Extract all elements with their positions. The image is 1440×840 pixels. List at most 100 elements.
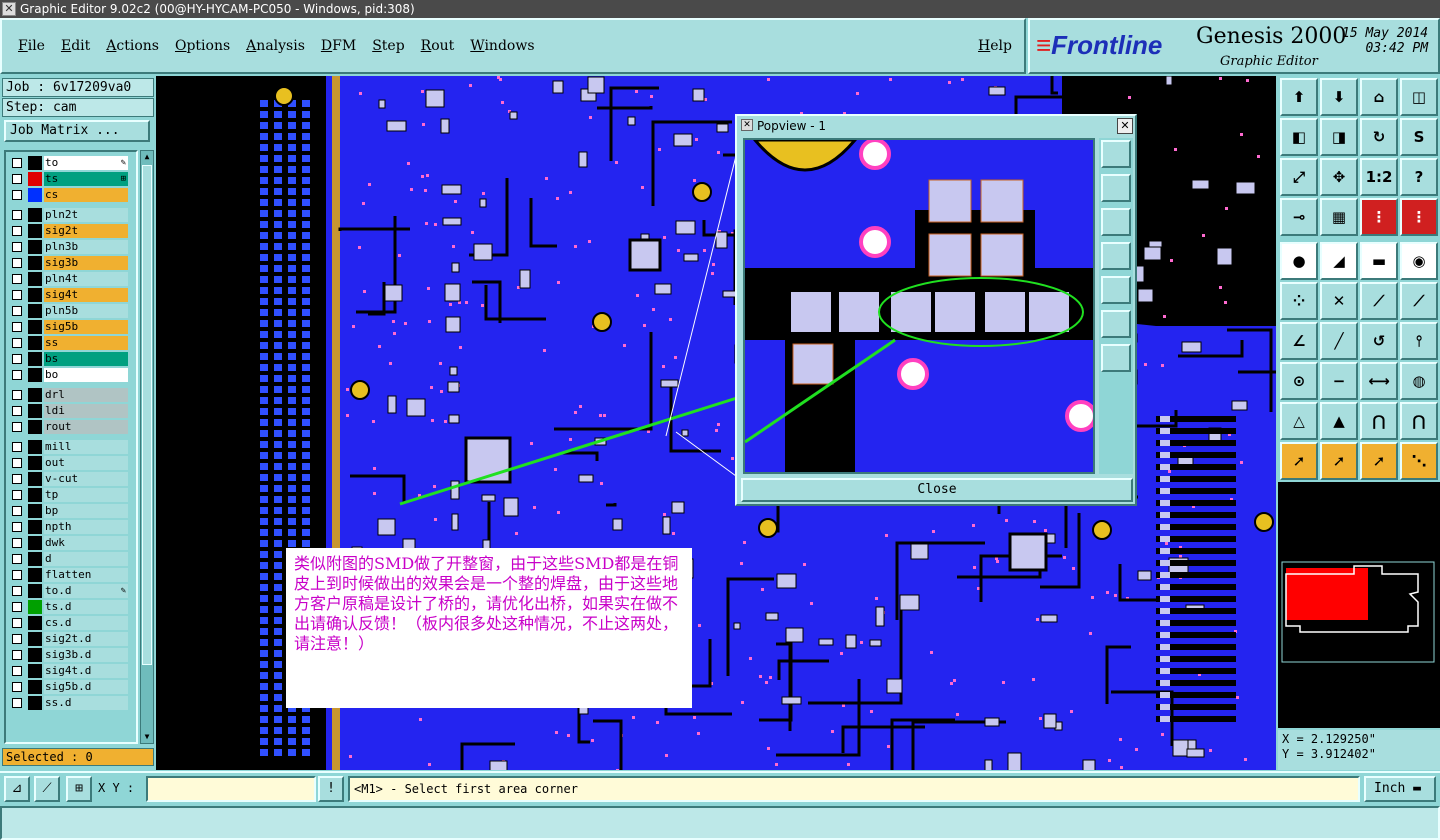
- layer-row[interactable]: pln4t: [8, 272, 136, 286]
- layer-row[interactable]: ts.d: [8, 600, 136, 614]
- pan-left-button[interactable]: ◧: [1280, 118, 1318, 156]
- layer-row[interactable]: pln5b: [8, 304, 136, 318]
- layer-row[interactable]: out: [8, 456, 136, 470]
- layer-color-swatch[interactable]: [28, 696, 42, 710]
- fork-button[interactable]: ⫯: [1400, 322, 1438, 360]
- layer-name[interactable]: ts ⊞: [44, 172, 128, 186]
- layer-row[interactable]: ss: [8, 336, 136, 350]
- layer-color-swatch[interactable]: [28, 336, 42, 350]
- layer-color-swatch[interactable]: [28, 352, 42, 366]
- layer-row[interactable]: npth: [8, 520, 136, 534]
- layer-checkbox[interactable]: [12, 666, 22, 676]
- layer-color-swatch[interactable]: [28, 488, 42, 502]
- layer-color-swatch[interactable]: [28, 616, 42, 630]
- layer-checkbox[interactable]: [12, 586, 22, 596]
- layer-row[interactable]: v-cut: [8, 472, 136, 486]
- layer-row[interactable]: sig2t.d: [8, 632, 136, 646]
- popview-viewport[interactable]: [743, 138, 1095, 474]
- layer-name[interactable]: d: [44, 552, 128, 566]
- layer-color-swatch[interactable]: [28, 272, 42, 286]
- popview-center-icon[interactable]: [1101, 344, 1131, 372]
- layer-row[interactable]: drl: [8, 388, 136, 402]
- query-button[interactable]: ?: [1400, 158, 1438, 196]
- alert-icon[interactable]: !: [318, 776, 344, 802]
- layer-color-swatch[interactable]: [28, 440, 42, 454]
- layer-checkbox[interactable]: [12, 554, 22, 564]
- zoom-fit-button[interactable]: ⤢: [1280, 158, 1318, 196]
- layer-checkbox[interactable]: [12, 290, 22, 300]
- angle-button[interactable]: ∠: [1280, 322, 1318, 360]
- layer-checkbox[interactable]: [12, 338, 22, 348]
- scroll-up-icon[interactable]: ▲: [142, 152, 152, 162]
- layer-row[interactable]: sig4t: [8, 288, 136, 302]
- triangle2-button[interactable]: ▲: [1320, 402, 1358, 440]
- layer-name[interactable]: ts.d: [44, 600, 128, 614]
- layer-color-swatch[interactable]: [28, 680, 42, 694]
- arch2-button[interactable]: ⋂: [1400, 402, 1438, 440]
- menu-help[interactable]: Help: [978, 38, 1012, 54]
- layer-checkbox[interactable]: [12, 650, 22, 660]
- layer-name[interactable]: sig4t.d: [44, 664, 128, 678]
- layer-checkbox[interactable]: [12, 158, 22, 168]
- layer-color-swatch[interactable]: [28, 648, 42, 662]
- popview-right-icon[interactable]: [1101, 276, 1131, 304]
- layer-row[interactable]: sig3b: [8, 256, 136, 270]
- layer-up-button[interactable]: ⬆: [1280, 78, 1318, 116]
- layer-name[interactable]: drl: [44, 388, 128, 402]
- layer-row[interactable]: dwk: [8, 536, 136, 550]
- layer-row[interactable]: sig4t.d: [8, 664, 136, 678]
- layer-row[interactable]: sig2t: [8, 224, 136, 238]
- layer-checkbox[interactable]: [12, 322, 22, 332]
- layer-name[interactable]: out: [44, 456, 128, 470]
- layer-color-swatch[interactable]: [28, 208, 42, 222]
- layer-name[interactable]: sig3b.d: [44, 648, 128, 662]
- layer-color-swatch[interactable]: [28, 584, 42, 598]
- layer-checkbox[interactable]: [12, 538, 22, 548]
- group-button[interactable]: ◍: [1400, 362, 1438, 400]
- layer-name[interactable]: cs: [44, 188, 128, 202]
- layer-name[interactable]: v-cut: [44, 472, 128, 486]
- layer-row[interactable]: bp: [8, 504, 136, 518]
- layer-name[interactable]: sig2t.d: [44, 632, 128, 646]
- popview-menu-icon[interactable]: ✕: [741, 119, 753, 131]
- layer-checkbox[interactable]: [12, 602, 22, 612]
- layer-row[interactable]: bs: [8, 352, 136, 366]
- menu-step[interactable]: Step: [372, 38, 404, 54]
- layer-checkbox[interactable]: [12, 370, 22, 380]
- slash-button[interactable]: ╱: [1320, 322, 1358, 360]
- layer-color-swatch[interactable]: [28, 320, 42, 334]
- layer-color-swatch[interactable]: [28, 368, 42, 382]
- menu-file[interactable]: File: [18, 38, 45, 54]
- job-matrix-button[interactable]: Job Matrix ...: [4, 120, 150, 142]
- cross-button[interactable]: ✕: [1320, 282, 1358, 320]
- snap-grid-icon[interactable]: ⊞: [66, 776, 92, 802]
- menu-windows[interactable]: Windows: [470, 38, 534, 54]
- layer-checkbox[interactable]: [12, 274, 22, 284]
- layer-name[interactable]: sig5b: [44, 320, 128, 334]
- popview-fit-icon[interactable]: [1101, 310, 1131, 338]
- layer-checkbox[interactable]: [12, 242, 22, 252]
- layer-checkbox[interactable]: [12, 354, 22, 364]
- popview-close-button[interactable]: Close: [741, 478, 1133, 502]
- layer-color-swatch[interactable]: [28, 568, 42, 582]
- layer-row[interactable]: to ✎: [8, 156, 136, 170]
- layer-name[interactable]: tp: [44, 488, 128, 502]
- layer-checkbox[interactable]: [12, 474, 22, 484]
- layer-checkbox[interactable]: [12, 406, 22, 416]
- layer-name[interactable]: rout: [44, 420, 128, 434]
- layer-name[interactable]: to.d ✎: [44, 584, 128, 598]
- layer-checkbox[interactable]: [12, 506, 22, 516]
- layer-color-swatch[interactable]: [28, 188, 42, 202]
- layer-color-swatch[interactable]: [28, 664, 42, 678]
- layer-name[interactable]: sig5b.d: [44, 680, 128, 694]
- layer-color-swatch[interactable]: [28, 288, 42, 302]
- layer-row[interactable]: sig5b: [8, 320, 136, 334]
- layer-color-swatch[interactable]: [28, 420, 42, 434]
- layer-row[interactable]: cs: [8, 188, 136, 202]
- pan-right-button[interactable]: ◨: [1320, 118, 1358, 156]
- layer-checkbox[interactable]: [12, 634, 22, 644]
- popview-up-icon[interactable]: [1101, 174, 1131, 202]
- popview-left-icon[interactable]: [1101, 242, 1131, 270]
- layer-checkbox[interactable]: [12, 210, 22, 220]
- layer-row[interactable]: to.d ✎: [8, 584, 136, 598]
